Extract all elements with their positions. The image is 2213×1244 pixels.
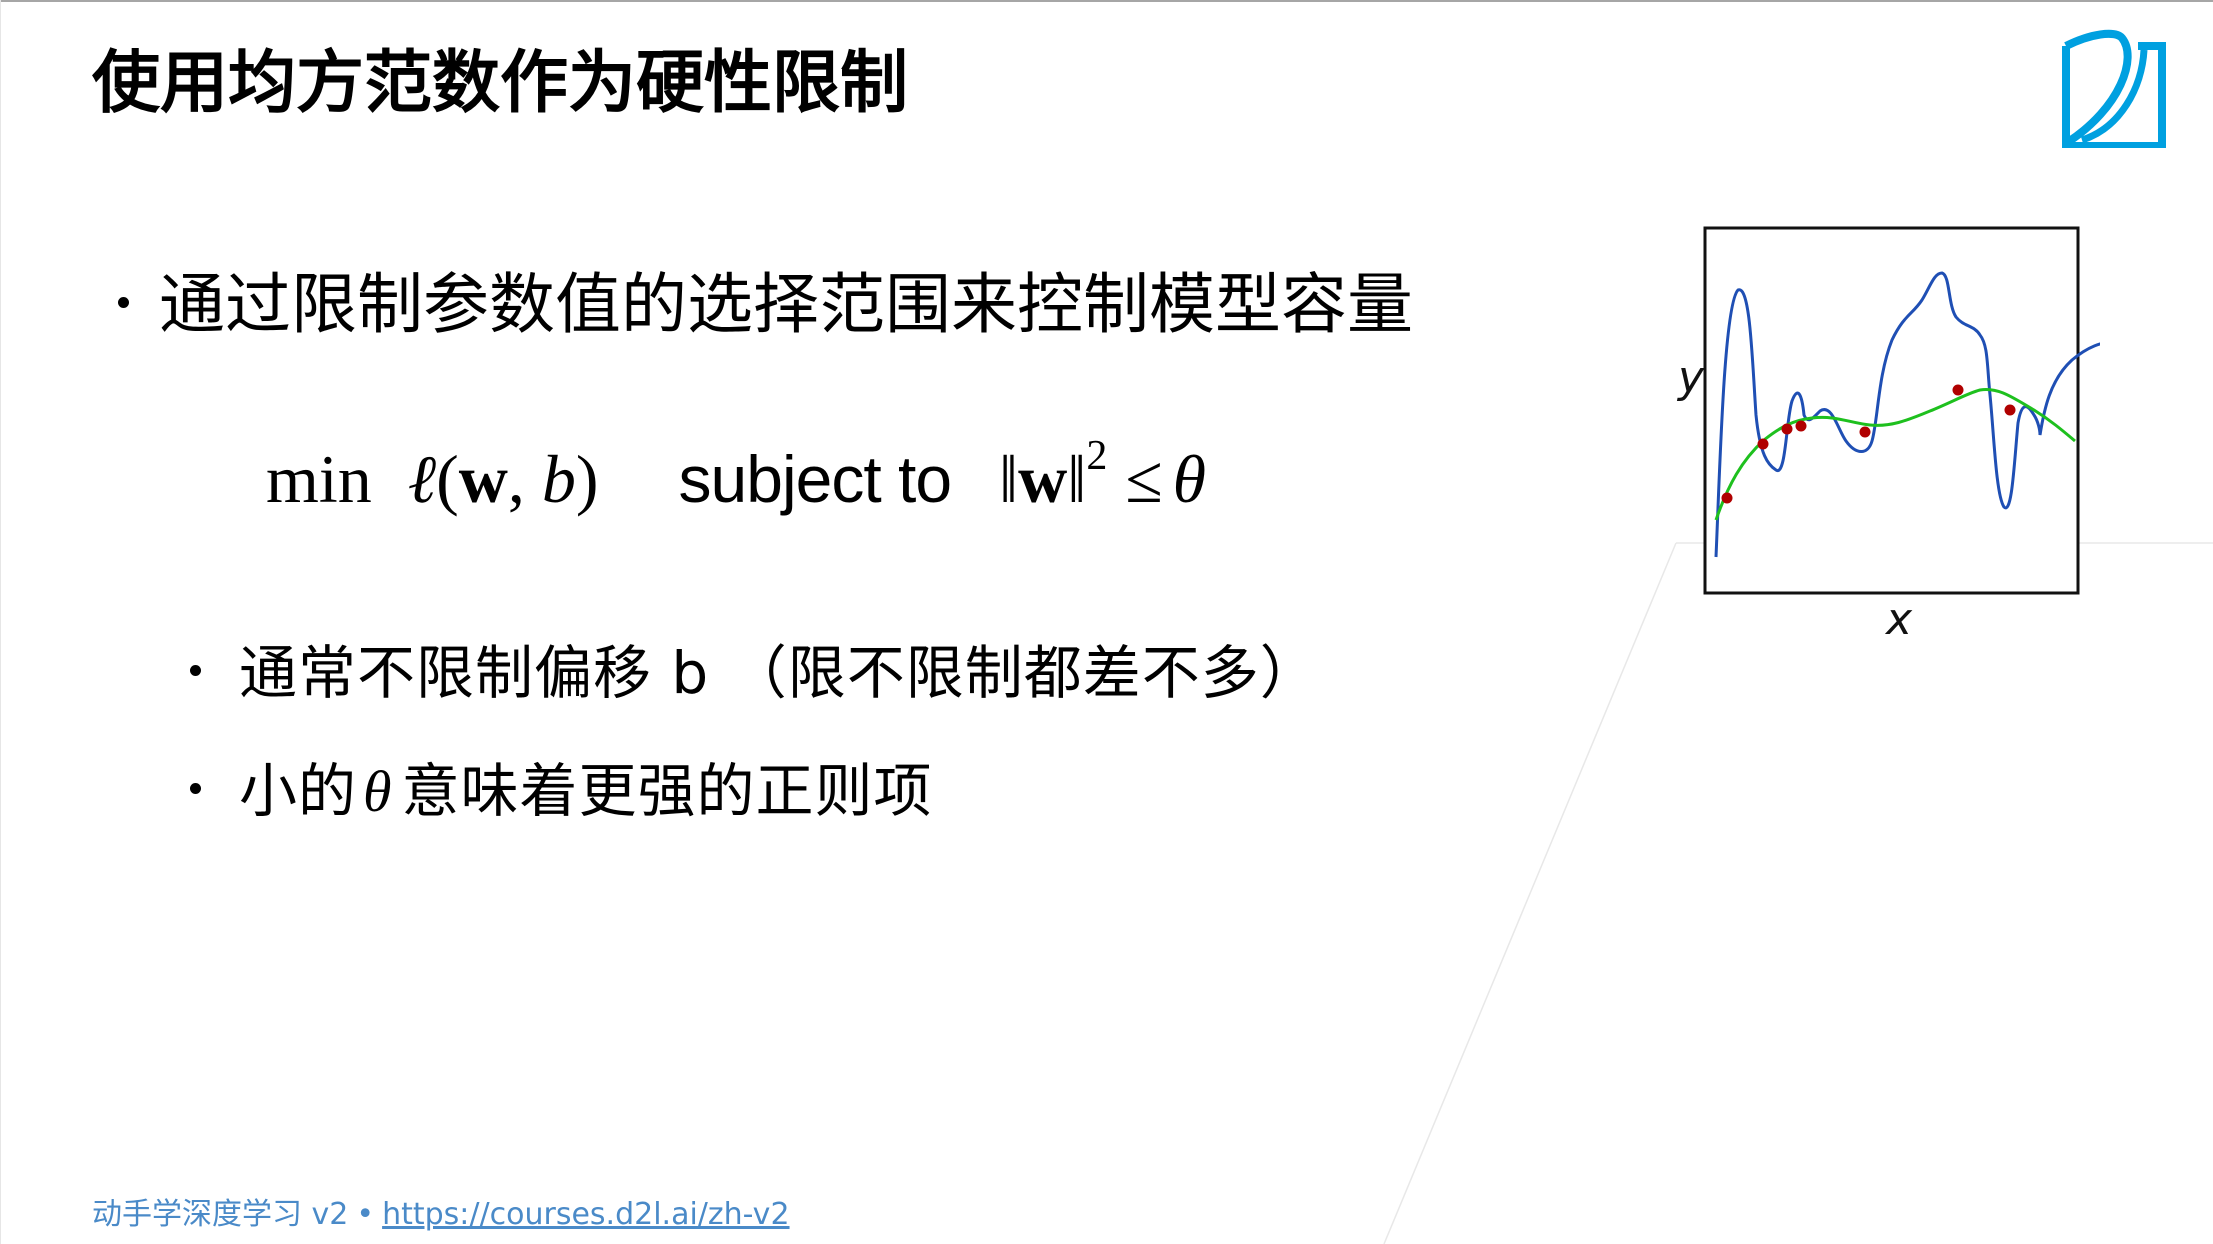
overfitting-illustration: y x bbox=[1676, 226, 2100, 645]
sub-bullet-bias-text: 通常不限制偏移 b （限不限制都差不多） bbox=[239, 639, 1319, 707]
d2l-logo-icon bbox=[2062, 29, 2166, 148]
data-point bbox=[1781, 423, 1793, 435]
formula-comma: , bbox=[507, 441, 542, 517]
sub-bullet-theta-symbol: θ bbox=[363, 759, 392, 824]
formula-paren-close: ) bbox=[575, 441, 599, 517]
y-axis-label: y bbox=[1676, 352, 1705, 403]
data-point bbox=[1952, 384, 1964, 396]
footer-course-name: 动手学深度学习 v2 bbox=[92, 1197, 349, 1232]
formula-exponent: 2 bbox=[1086, 433, 1108, 479]
data-point bbox=[1859, 426, 1871, 438]
sub-bullet-theta: 小的 θ 意味着更强的正则项 bbox=[190, 762, 933, 821]
formula-norm-open: ‖ bbox=[999, 441, 1019, 517]
slide-left-border bbox=[0, 0, 1, 1244]
bullet-dot bbox=[118, 297, 129, 309]
sub-bullet-theta-before: 小的 bbox=[239, 757, 358, 825]
formula-norm-close: ‖ bbox=[1067, 441, 1087, 517]
formula-b: b bbox=[541, 441, 576, 517]
formula-loss-symbol: ℓ bbox=[407, 441, 437, 517]
data-point bbox=[1757, 438, 1769, 450]
data-point bbox=[2004, 404, 2016, 416]
bullet-main: 通过限制参数值的选择范围来控制模型容量 bbox=[118, 272, 1413, 338]
sub-bullet-theta-after: 意味着更强的正则项 bbox=[401, 757, 933, 825]
slide-footer: 动手学深度学习 v2 • https://courses.d2l.ai/zh-v2 bbox=[92, 1200, 790, 1230]
bullet-dot bbox=[190, 665, 201, 677]
slide-top-border bbox=[0, 0, 2213, 2]
constraint-formula: min ℓ(w, b) subject to ‖w‖2 ≤ θ bbox=[266, 435, 1206, 516]
data-point bbox=[1721, 492, 1733, 504]
x-axis-label: x bbox=[1884, 594, 1913, 645]
bullet-dot bbox=[190, 783, 201, 795]
sub-bullet-bias: 通常不限制偏移 b （限不限制都差不多） bbox=[190, 644, 1319, 702]
footer-separator: • bbox=[356, 1197, 375, 1232]
formula-theta: θ bbox=[1172, 441, 1207, 517]
formula-paren-open: ( bbox=[436, 441, 459, 517]
formula-leq: ≤ bbox=[1125, 441, 1163, 517]
formula-norm-w: w bbox=[1018, 441, 1068, 517]
formula-w: w bbox=[458, 441, 508, 517]
formula-min: min bbox=[266, 441, 372, 517]
bullet-main-text: 通过限制参数值的选择范围来控制模型容量 bbox=[159, 266, 1413, 343]
footer-course-link[interactable]: https://courses.d2l.ai/zh-v2 bbox=[382, 1197, 789, 1232]
slide-title: 使用均方范数作为硬性限制 bbox=[92, 44, 909, 123]
data-point bbox=[1795, 420, 1807, 432]
formula-subject-to: subject to bbox=[678, 442, 952, 516]
